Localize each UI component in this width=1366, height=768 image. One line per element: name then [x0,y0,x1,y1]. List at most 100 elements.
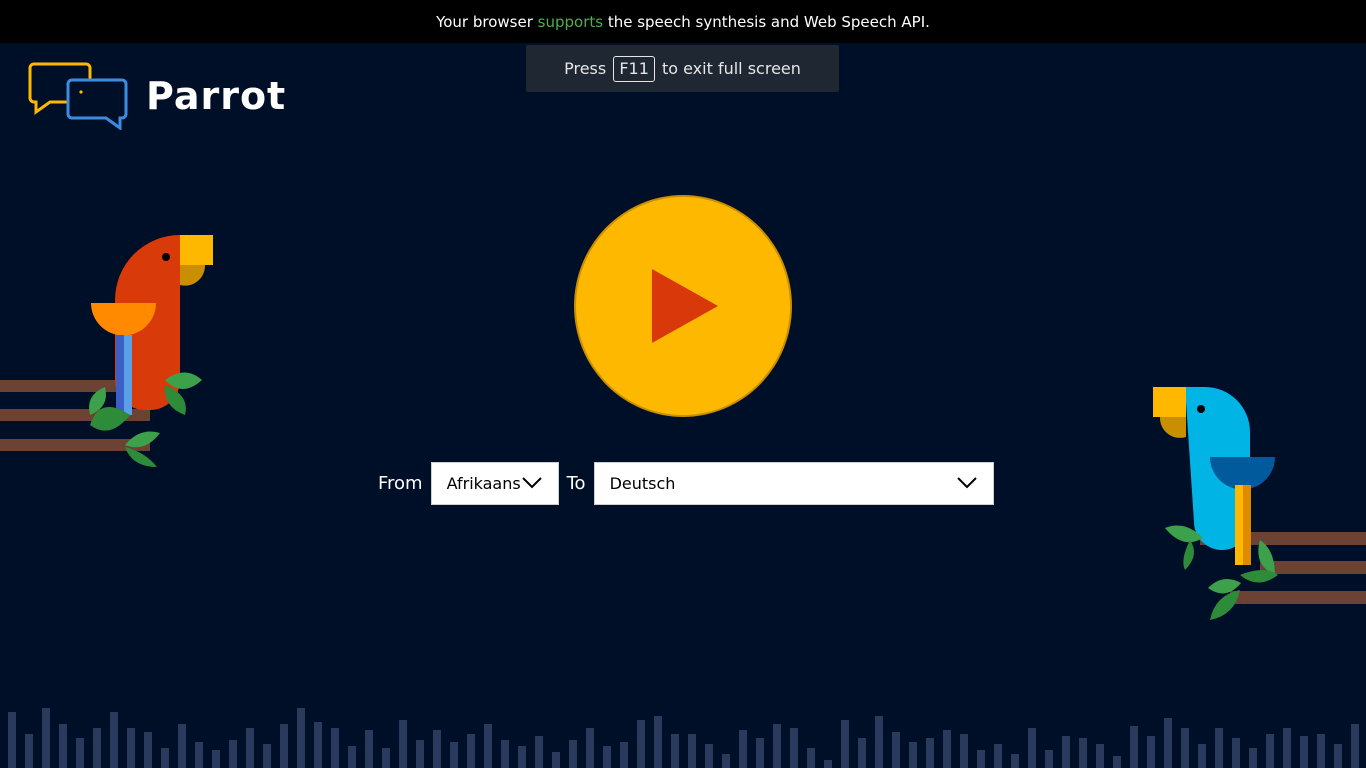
chevron-down-icon [521,477,542,489]
language-selector-row: From Afrikaans To Deutsch [378,461,994,506]
visualizer-bar [926,738,934,768]
visualizer-bar [59,724,67,768]
visualizer-bar [1215,728,1223,768]
visualizer-bar [1334,744,1342,768]
app-title: Parrot [146,74,287,118]
play-icon [652,269,718,343]
visualizer-bar [110,712,118,768]
from-label: From [378,473,423,494]
visualizer-bar [433,730,441,768]
visualizer-bar [144,732,152,768]
visualizer-bar [586,728,594,768]
visualizer-bar [552,752,560,768]
visualizer-bar [1113,756,1121,768]
visualizer-bar [688,734,696,768]
from-language-select[interactable]: Afrikaans [430,462,559,505]
visualizer-bar [1300,736,1308,768]
to-language-value: Deutsch [609,474,676,493]
visualizer-bar [1079,738,1087,768]
chat-bubbles-icon [28,62,128,130]
visualizer-bar [263,744,271,768]
visualizer-bar [467,734,475,768]
visualizer-bar [518,746,526,768]
visualizer-bar [297,708,305,768]
visualizer-bar [773,724,781,768]
visualizer-bar [25,734,33,768]
visualizer-bar [1232,738,1240,768]
visualizer-bar [416,740,424,768]
visualizer-bar [1062,736,1070,768]
visualizer-bar [161,748,169,768]
red-parrot-illustration [0,235,213,467]
visualizer-bar [178,724,186,768]
visualizer-bar [1028,728,1036,768]
visualizer-bar [195,742,203,768]
visualizer-bar [365,730,373,768]
visualizer-bar [399,720,407,768]
banner-suffix: the speech synthesis and Web Speech API. [603,12,930,31]
play-button[interactable] [574,195,792,417]
blue-parrot-illustration [1153,387,1366,620]
visualizer-bar [994,744,1002,768]
toast-prefix: Press [564,59,607,78]
audio-visualizer-bars [8,708,1359,768]
visualizer-bar [1317,734,1325,768]
chevron-down-icon [956,477,977,489]
visualizer-bar [382,748,390,768]
visualizer-bar [1283,728,1291,768]
visualizer-bar [603,746,611,768]
visualizer-bar [246,728,254,768]
visualizer-bar [671,734,679,768]
banner-highlight: supports [537,12,604,31]
toast-suffix: to exit full screen [661,59,801,78]
visualizer-bar [348,746,356,768]
visualizer-bar [1351,724,1359,768]
app-logo[interactable]: Parrot [28,62,286,130]
fullscreen-toast: Press F11 to exit full screen [526,45,839,92]
toast-key: F11 [613,55,655,82]
visualizer-bar [535,736,543,768]
visualizer-bar [1266,734,1274,768]
visualizer-bar [280,724,288,768]
from-language-value: Afrikaans [446,474,521,493]
visualizer-bar [484,724,492,768]
visualizer-bar [229,740,237,768]
visualizer-bar [1249,748,1257,768]
browser-support-banner: Your browser supports the speech synthes… [0,0,1366,43]
visualizer-bar [76,738,84,768]
visualizer-bar [620,742,628,768]
visualizer-bar [331,728,339,768]
visualizer-bar [756,738,764,768]
visualizer-bar [977,750,985,768]
visualizer-bar [42,708,50,768]
visualizer-bar [943,730,951,768]
visualizer-bar [450,742,458,768]
visualizer-bar [705,744,713,768]
visualizer-bar [637,720,645,768]
to-label: To [566,473,586,494]
visualizer-bar [858,738,866,768]
to-language-select[interactable]: Deutsch [593,462,994,505]
visualizer-bar [824,760,832,768]
visualizer-bar [722,754,730,768]
visualizer-bar [1096,744,1104,768]
visualizer-bar [841,720,849,768]
visualizer-bar [875,716,883,768]
visualizer-bar [93,728,101,768]
visualizer-bar [1130,726,1138,768]
banner-prefix: Your browser [436,12,538,31]
visualizer-bar [314,722,322,768]
visualizer-bar [654,716,662,768]
visualizer-bar [1147,736,1155,768]
visualizer-bar [909,742,917,768]
visualizer-bar [501,740,509,768]
visualizer-bar [569,740,577,768]
visualizer-bar [1045,750,1053,768]
visualizer-bar [212,750,220,768]
visualizer-bar [1181,728,1189,768]
visualizer-bar [807,748,815,768]
visualizer-bar [1198,744,1206,768]
visualizer-bar [127,728,135,768]
visualizer-bar [8,712,16,768]
visualizer-bar [892,732,900,768]
